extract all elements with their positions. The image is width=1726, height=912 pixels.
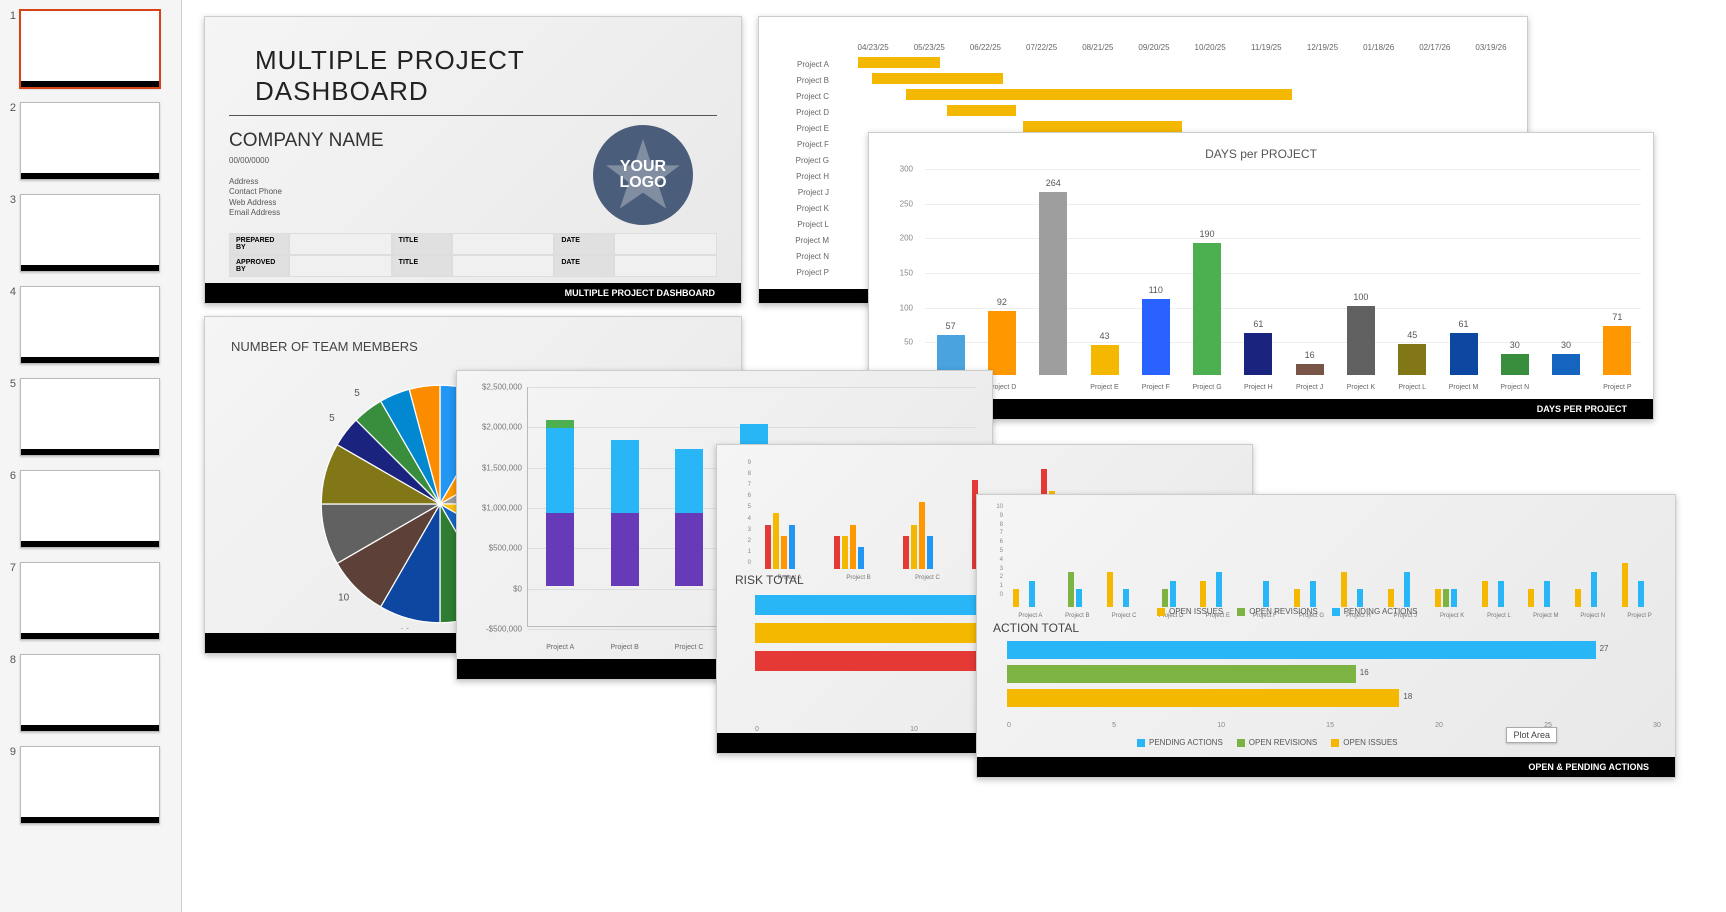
svg-text:10: 10 (399, 628, 411, 629)
days-bar: 30 (1552, 354, 1580, 375)
slide-canvas: MULTIPLE PROJECT DASHBOARD COMPANY NAME … (182, 0, 1726, 912)
gantt-row: Project C (759, 88, 1527, 104)
svg-text:5: 5 (329, 413, 335, 424)
days-bar: 16Project J (1296, 364, 1324, 375)
days-bar: 30Project N (1501, 354, 1529, 375)
actions-chart-card: 012345678910Project AProject BProject CP… (976, 494, 1676, 778)
logo-placeholder: YOURLOGO (593, 125, 693, 225)
days-bar: 264 (1039, 192, 1067, 375)
gantt-row: Project A (759, 56, 1527, 72)
slide-title-card: MULTIPLE PROJECT DASHBOARD COMPANY NAME … (204, 16, 742, 304)
slide-thumbnail-panel[interactable]: 123456789 (0, 0, 182, 912)
action-total-title: ACTION TOTAL (993, 621, 1079, 635)
card-footer: OPEN & PENDING ACTIONS (977, 757, 1675, 777)
days-bar: 45Project L (1398, 344, 1426, 375)
gantt-row: Project D (759, 104, 1527, 120)
svg-text:10: 10 (338, 592, 350, 603)
days-bar: 100Project K (1347, 306, 1375, 375)
slide-thumbnail-3[interactable] (20, 194, 160, 272)
days-bar: 61Project M (1450, 333, 1478, 375)
days-bar-plot: 57Project C92Project D26443Project E110P… (925, 169, 1641, 375)
signature-table: PREPARED BY TITLE DATE APPROVED BY TITLE… (205, 233, 741, 277)
days-bar: 110Project F (1142, 299, 1170, 375)
slide-thumbnail-8[interactable] (20, 654, 160, 732)
slide-thumbnail-4[interactable] (20, 286, 160, 364)
slide-thumbnail-5[interactable] (20, 378, 160, 456)
days-bar: 61Project H (1244, 333, 1272, 375)
days-bar: 43Project E (1091, 345, 1119, 375)
dashboard-title: MULTIPLE PROJECT DASHBOARD (229, 17, 717, 116)
gantt-date-axis: 04/23/2505/23/2506/22/2507/22/2508/21/25… (759, 17, 1527, 56)
days-bar: 92Project D (988, 311, 1016, 375)
chart-title: NUMBER OF TEAM MEMBERS (205, 317, 741, 354)
risk-total-title: RISK TOTAL (735, 573, 804, 587)
actions-legend-bottom: PENDING ACTIONS OPEN REVISIONS OPEN ISSU… (1137, 738, 1398, 747)
action-total-bars: 271618 (1007, 641, 1661, 717)
chart-title: DAYS per PROJECT (869, 133, 1653, 167)
actions-legend-top: OPEN ISSUES OPEN REVISIONS PENDING ACTIO… (1157, 607, 1418, 616)
slide-thumbnail-9[interactable] (20, 746, 160, 824)
slide-thumbnail-6[interactable] (20, 470, 160, 548)
plot-area-tooltip[interactable]: Plot Area (1506, 727, 1557, 743)
slide-thumbnail-2[interactable] (20, 102, 160, 180)
slide-thumbnail-7[interactable] (20, 562, 160, 640)
gantt-row: Project B (759, 72, 1527, 88)
days-bar: 190Project G (1193, 243, 1221, 375)
slide-thumbnail-1[interactable] (20, 10, 160, 88)
actions-grouped-bars: 012345678910Project AProject BProject CP… (1007, 507, 1661, 607)
svg-text:5: 5 (385, 379, 391, 381)
card-footer: MULTIPLE PROJECT DASHBOARD (205, 283, 741, 303)
days-bar: 71Project P (1603, 326, 1631, 375)
svg-text:5: 5 (354, 388, 360, 399)
